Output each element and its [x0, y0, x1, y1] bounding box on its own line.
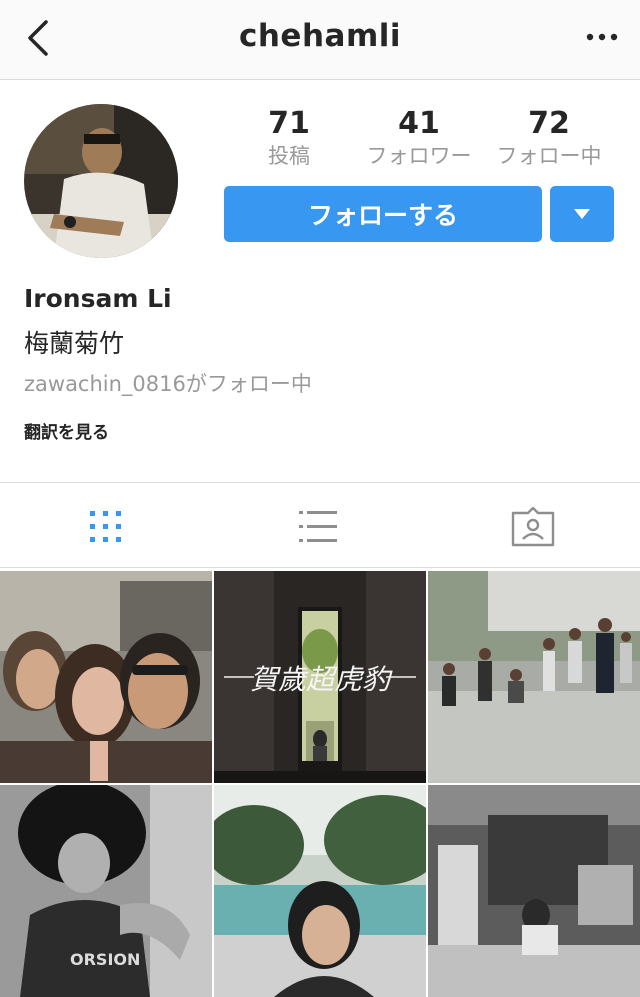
post-thumbnail[interactable]: 賀歲超虎豹 [214, 571, 426, 783]
grid-icon[interactable] [86, 507, 126, 547]
profile-bio: 梅蘭菊竹 [24, 329, 125, 358]
caret-down-icon [574, 209, 590, 219]
post-caption-overlay: 賀歲超虎豹 [250, 663, 393, 696]
following-value: 72 [528, 106, 570, 141]
list-icon[interactable] [298, 507, 338, 547]
profile-name: Ironsam Li [24, 284, 172, 313]
post-thumbnail[interactable] [214, 785, 426, 997]
page-title: chehamli [238, 18, 401, 54]
shirt-print: ORSION [70, 950, 140, 969]
posts-count[interactable]: 71 投稿 [219, 106, 359, 170]
followers-label: フォロワー [366, 144, 472, 168]
followed-by-text[interactable]: zawachin_0816がフォロー中 [24, 368, 312, 398]
post-thumbnail[interactable] [428, 571, 640, 783]
follow-button[interactable]: フォローする [224, 186, 542, 242]
post-thumbnail[interactable] [428, 785, 640, 997]
followers-count[interactable]: 41 フォロワー [349, 106, 489, 170]
more-horizontal-icon[interactable] [586, 30, 618, 44]
tagged-icon[interactable] [510, 507, 556, 547]
post-thumbnail[interactable] [0, 571, 212, 783]
followers-value: 41 [398, 106, 440, 141]
suggested-dropdown-button[interactable] [550, 186, 614, 242]
following-label: フォロー中 [496, 144, 602, 168]
avatar[interactable] [24, 104, 178, 258]
posts-label: 投稿 [268, 144, 310, 168]
post-thumbnail[interactable]: ORSION [0, 785, 212, 997]
profile-tabs [0, 482, 640, 568]
posts-value: 71 [268, 106, 310, 141]
following-count[interactable]: 72 フォロー中 [479, 106, 619, 170]
translate-link[interactable]: 翻訳を見る [24, 418, 109, 443]
top-bar: chehamli [0, 0, 640, 80]
